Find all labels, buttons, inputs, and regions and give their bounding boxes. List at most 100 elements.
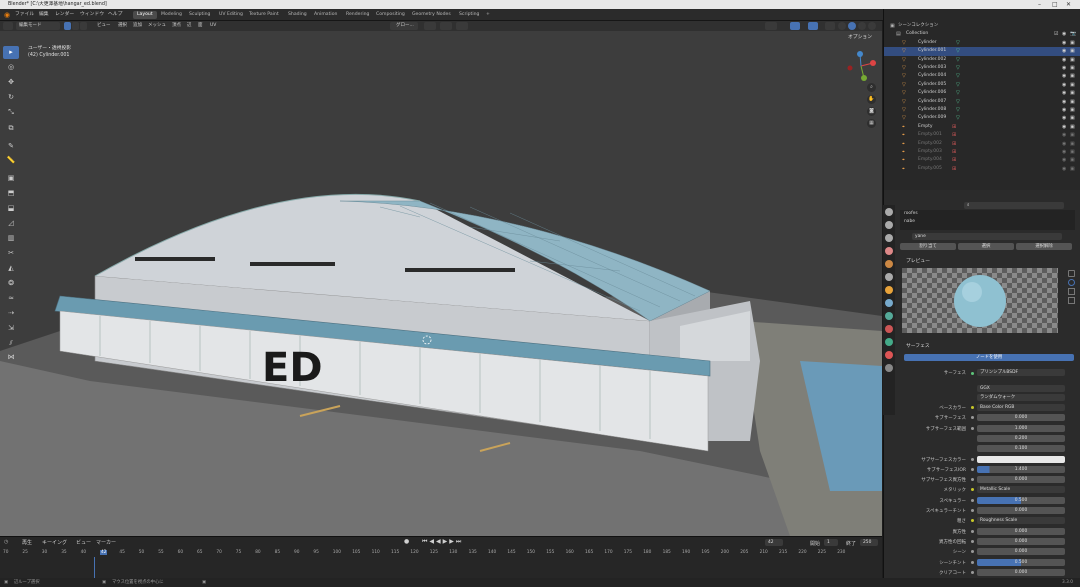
surface-panel-header[interactable]: サーフェス [906,342,930,349]
tool-add-cube-icon[interactable]: ▣ [3,172,19,185]
outliner-item[interactable]: ⌖ Empty ⊞ ◉ ▣ [884,123,1080,131]
tool-transform-icon[interactable]: ⧉ [3,122,19,135]
overlay-toggle-button[interactable] [808,22,818,30]
data-icon[interactable]: ⊞ [952,140,956,148]
timeline-editor-icon[interactable]: ◷ [4,539,8,545]
visibility-eye-icon[interactable]: ◉ [1062,56,1066,64]
navigation-gizmo[interactable] [846,51,876,81]
transform-orientation-dropdown[interactable]: グロー... [390,22,418,30]
menu-file[interactable]: ファイル [15,9,34,21]
subsurface-method-dropdown[interactable]: ランダムウォーク [977,394,1065,401]
render-camera-icon[interactable]: ▣ [1070,131,1075,139]
visibility-eye-icon[interactable]: ◉ [1062,81,1066,89]
outliner-item[interactable]: ▽ Cylinder.004 ▽ ◉ ▣ [884,72,1080,80]
panel-tab-icon[interactable] [1068,279,1075,286]
tool-measure-icon[interactable]: 📏 [3,154,19,167]
tool-loop-cut-icon[interactable]: ▥ [3,232,19,245]
properties-tab-icon[interactable] [885,312,893,320]
outliner-item[interactable]: ▽ Cylinder.009 ▽ ◉ ▣ [884,114,1080,122]
property-field[interactable]: 0.000 [977,507,1065,514]
blender-logo-icon[interactable]: ◉ [4,9,10,21]
data-icon[interactable]: ▽ [956,98,960,106]
visibility-eye-icon[interactable]: ◉ [1062,106,1066,114]
menu-add[interactable]: 追加 [133,22,142,30]
outliner-item[interactable]: ▽ Cylinder.008 ▽ ◉ ▣ [884,106,1080,114]
data-icon[interactable]: ⊞ [952,165,956,173]
outliner-item[interactable]: ⌖ Empty.004 ⊞ ◉ ▣ [884,156,1080,164]
render-camera-icon[interactable]: ▣ [1070,47,1075,55]
record-icon[interactable]: ● [404,538,409,545]
panel-tab-icon[interactable] [1068,297,1075,304]
data-icon[interactable]: ▽ [956,114,960,122]
properties-search[interactable]: ⌕ [964,202,1064,209]
properties-tab-icon[interactable] [885,260,893,268]
timeline-menu-keying[interactable]: キーイング [42,539,67,546]
visibility-eye-icon[interactable]: ◉ [1062,64,1066,72]
timeline-menu-marker[interactable]: マーカー [96,539,116,546]
properties-tab-icon[interactable] [885,299,893,307]
tool-bevel-icon[interactable]: ◿ [3,217,19,230]
pan-icon[interactable]: ✋ [867,95,876,104]
tool-poly-build-icon[interactable]: ◭ [3,262,19,275]
visibility-eye-icon[interactable]: ◉ [1062,89,1066,97]
workspace-tab[interactable]: Layout [133,11,157,19]
property-field[interactable]: 0.100 [977,445,1065,453]
distribution-dropdown[interactable]: GGX [977,385,1065,392]
property-field[interactable]: 0.500 [977,496,1065,504]
properties-tab-icon[interactable] [885,351,893,359]
outliner-item[interactable]: ▽ Cylinder.006 ▽ ◉ ▣ [884,89,1080,97]
pivot-point-button[interactable] [424,22,436,30]
properties-tab-icon[interactable] [885,273,893,281]
editor-type-button[interactable] [3,22,13,30]
socket-icon[interactable] [971,416,974,420]
tool-move-icon[interactable]: ✥ [3,76,19,89]
render-camera-icon[interactable]: ▣ [1070,64,1075,72]
render-camera-icon[interactable]: ▣ [1070,56,1075,64]
menu-face[interactable]: 面 [198,22,203,30]
tool-shrink-icon[interactable]: ⇲ [3,322,19,335]
edge-select-mode-button[interactable] [72,22,79,30]
rendered-shading-button[interactable] [868,22,876,30]
properties-tab-icon[interactable] [885,234,893,242]
properties-tab-icon[interactable] [885,325,893,333]
data-icon[interactable]: ⊞ [952,131,956,139]
tool-inset-icon[interactable]: ⬓ [3,202,19,215]
render-camera-icon[interactable]: ▣ [1070,156,1075,164]
assign-button[interactable]: 割り当て [900,243,956,250]
visibility-eye-icon[interactable]: ◉ [1062,72,1066,80]
preview-panel-header[interactable]: プレビュー [906,257,930,264]
options-button[interactable]: オプション [848,33,872,40]
render-camera-icon[interactable]: ▣ [1070,106,1075,114]
property-field[interactable]: 0.500 [977,558,1065,566]
zoom-icon[interactable]: ⌕ [867,83,876,92]
visibility-eye-icon[interactable]: ◉ [1062,165,1066,173]
visibility-eye-icon[interactable]: ◉ [1062,39,1066,47]
workspace-tab[interactable]: Scripting [455,11,483,19]
menu-select[interactable]: 選択 [118,22,127,30]
solid-shading-button[interactable] [848,22,856,30]
render-camera-icon[interactable]: ▣ [1070,148,1075,156]
menu-uv[interactable]: UV [210,22,216,30]
menu-render[interactable]: レンダー [55,9,74,21]
panel-tab-icon[interactable] [1068,288,1075,295]
tool-knife-icon[interactable]: ✂ [3,247,19,260]
render-camera-icon[interactable]: ▣ [1070,114,1075,122]
property-field[interactable]: Base Color RGB [977,404,1065,411]
tool-rotate-icon[interactable]: ↻ [3,91,19,104]
start-frame-field[interactable]: 1 [824,539,838,546]
properties-tab-icon[interactable] [885,286,893,294]
outliner-item[interactable]: ⌖ Empty.001 ⊞ ◉ ▣ [884,131,1080,139]
outliner-scene-collection[interactable]: ▣ シーンコレクション [884,22,1080,30]
tool-spin-icon[interactable]: ❂ [3,277,19,290]
properties-tab-icon[interactable] [885,221,893,229]
workspace-tab[interactable]: Geometry Nodes [408,11,455,19]
properties-tab-icon[interactable] [885,208,893,216]
property-field[interactable]: 1.400 [977,465,1065,473]
properties-tab-icon[interactable] [885,364,893,372]
socket-icon[interactable] [971,560,974,564]
render-camera-icon[interactable]: ▣ [1070,39,1075,47]
visibility-eye-icon[interactable]: ◉ [1062,98,1066,106]
data-icon[interactable]: ▽ [956,89,960,97]
material-shading-button[interactable] [858,22,866,30]
render-camera-icon[interactable]: ▣ [1070,165,1075,173]
